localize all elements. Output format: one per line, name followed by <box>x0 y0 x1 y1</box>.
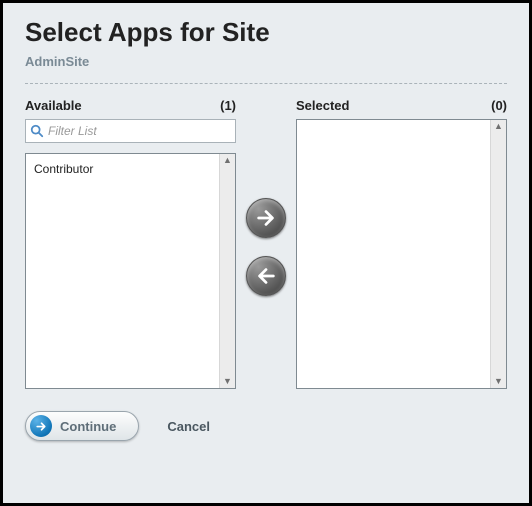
move-left-button[interactable] <box>246 256 286 296</box>
move-right-button[interactable] <box>246 198 286 238</box>
cancel-link[interactable]: Cancel <box>167 419 210 434</box>
filter-input-wrap[interactable] <box>25 119 236 143</box>
list-item[interactable]: Contributor <box>32 160 229 178</box>
scrollbar[interactable]: ▲ ▼ <box>219 154 235 388</box>
available-column: Available (1) Contributor ▲ ▼ <box>25 98 236 389</box>
available-label: Available <box>25 98 82 113</box>
continue-icon <box>30 415 52 437</box>
selected-label: Selected <box>296 98 349 113</box>
selected-listbox[interactable]: ▲ ▼ <box>296 119 507 389</box>
selected-count: (0) <box>491 98 507 113</box>
continue-button[interactable]: Continue <box>25 411 139 441</box>
scroll-down-icon[interactable]: ▼ <box>494 375 503 388</box>
filter-input[interactable] <box>48 124 231 138</box>
available-header: Available (1) <box>25 98 236 113</box>
available-count: (1) <box>220 98 236 113</box>
continue-label: Continue <box>60 419 116 434</box>
selected-items <box>297 120 506 132</box>
selected-header: Selected (0) <box>296 98 507 113</box>
search-icon <box>30 124 44 138</box>
footer-actions: Continue Cancel <box>25 411 507 441</box>
page-subtitle: AdminSite <box>25 54 507 69</box>
arrow-left-icon <box>255 265 277 287</box>
scroll-up-icon[interactable]: ▲ <box>494 120 503 133</box>
scroll-down-icon[interactable]: ▼ <box>223 375 232 388</box>
page-title: Select Apps for Site <box>25 17 507 48</box>
divider <box>25 83 507 84</box>
available-listbox[interactable]: Contributor ▲ ▼ <box>25 153 236 389</box>
available-items: Contributor <box>26 154 235 184</box>
arrow-right-icon <box>255 207 277 229</box>
scrollbar[interactable]: ▲ ▼ <box>490 120 506 388</box>
arrow-right-icon <box>35 420 48 433</box>
transfer-buttons <box>246 98 286 296</box>
scroll-up-icon[interactable]: ▲ <box>223 154 232 167</box>
selected-column: Selected (0) ▲ ▼ <box>296 98 507 389</box>
dual-list-picker: Available (1) Contributor ▲ ▼ <box>25 98 507 389</box>
